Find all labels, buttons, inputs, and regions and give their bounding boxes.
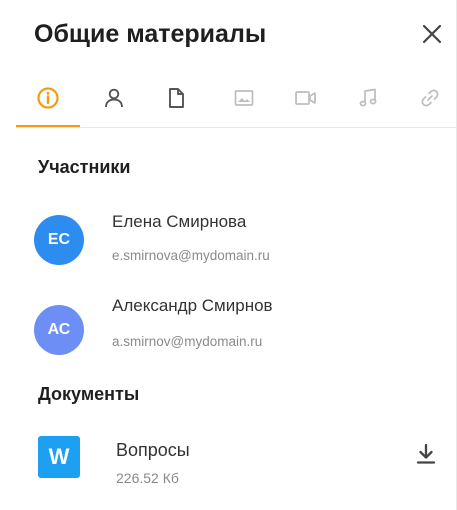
participant-name: Александр Смирнов xyxy=(112,296,273,315)
document-name: Вопросы xyxy=(116,440,190,460)
panel-header: Общие материалы xyxy=(34,16,457,52)
tab-participants[interactable] xyxy=(92,80,136,124)
document-icon xyxy=(169,88,184,108)
panel-title: Общие материалы xyxy=(34,20,267,48)
avatar: АС xyxy=(34,305,84,355)
tab-video[interactable] xyxy=(284,80,328,124)
music-icon xyxy=(359,88,377,107)
image-icon xyxy=(234,90,254,106)
download-icon[interactable] xyxy=(412,440,440,468)
tab-documents[interactable] xyxy=(154,80,198,124)
tab-links[interactable] xyxy=(408,80,452,124)
word-document-icon: W xyxy=(38,436,80,478)
close-icon[interactable] xyxy=(418,20,446,48)
info-icon xyxy=(37,87,59,109)
tab-info[interactable] xyxy=(26,80,70,124)
tabs-divider xyxy=(16,127,456,128)
participants-title: Участники xyxy=(38,157,131,177)
video-icon xyxy=(295,91,316,105)
avatar: ЕС xyxy=(34,215,84,265)
tab-images[interactable] xyxy=(222,80,266,124)
participant-email: a.smirnov@mydomain.ru xyxy=(112,334,263,349)
tab-audio[interactable] xyxy=(346,80,390,124)
documents-title: Документы xyxy=(38,384,140,404)
participant-name: Елена Смирнова xyxy=(112,212,247,231)
tab-bar xyxy=(16,80,456,127)
document-size: 226.52 Кб xyxy=(116,470,179,486)
person-icon xyxy=(105,88,123,108)
shared-materials-panel: Общие материалы Участники ЕС Елена Смирн… xyxy=(0,0,457,510)
link-icon xyxy=(421,89,439,107)
participant-email: e.smirnova@mydomain.ru xyxy=(112,248,270,263)
